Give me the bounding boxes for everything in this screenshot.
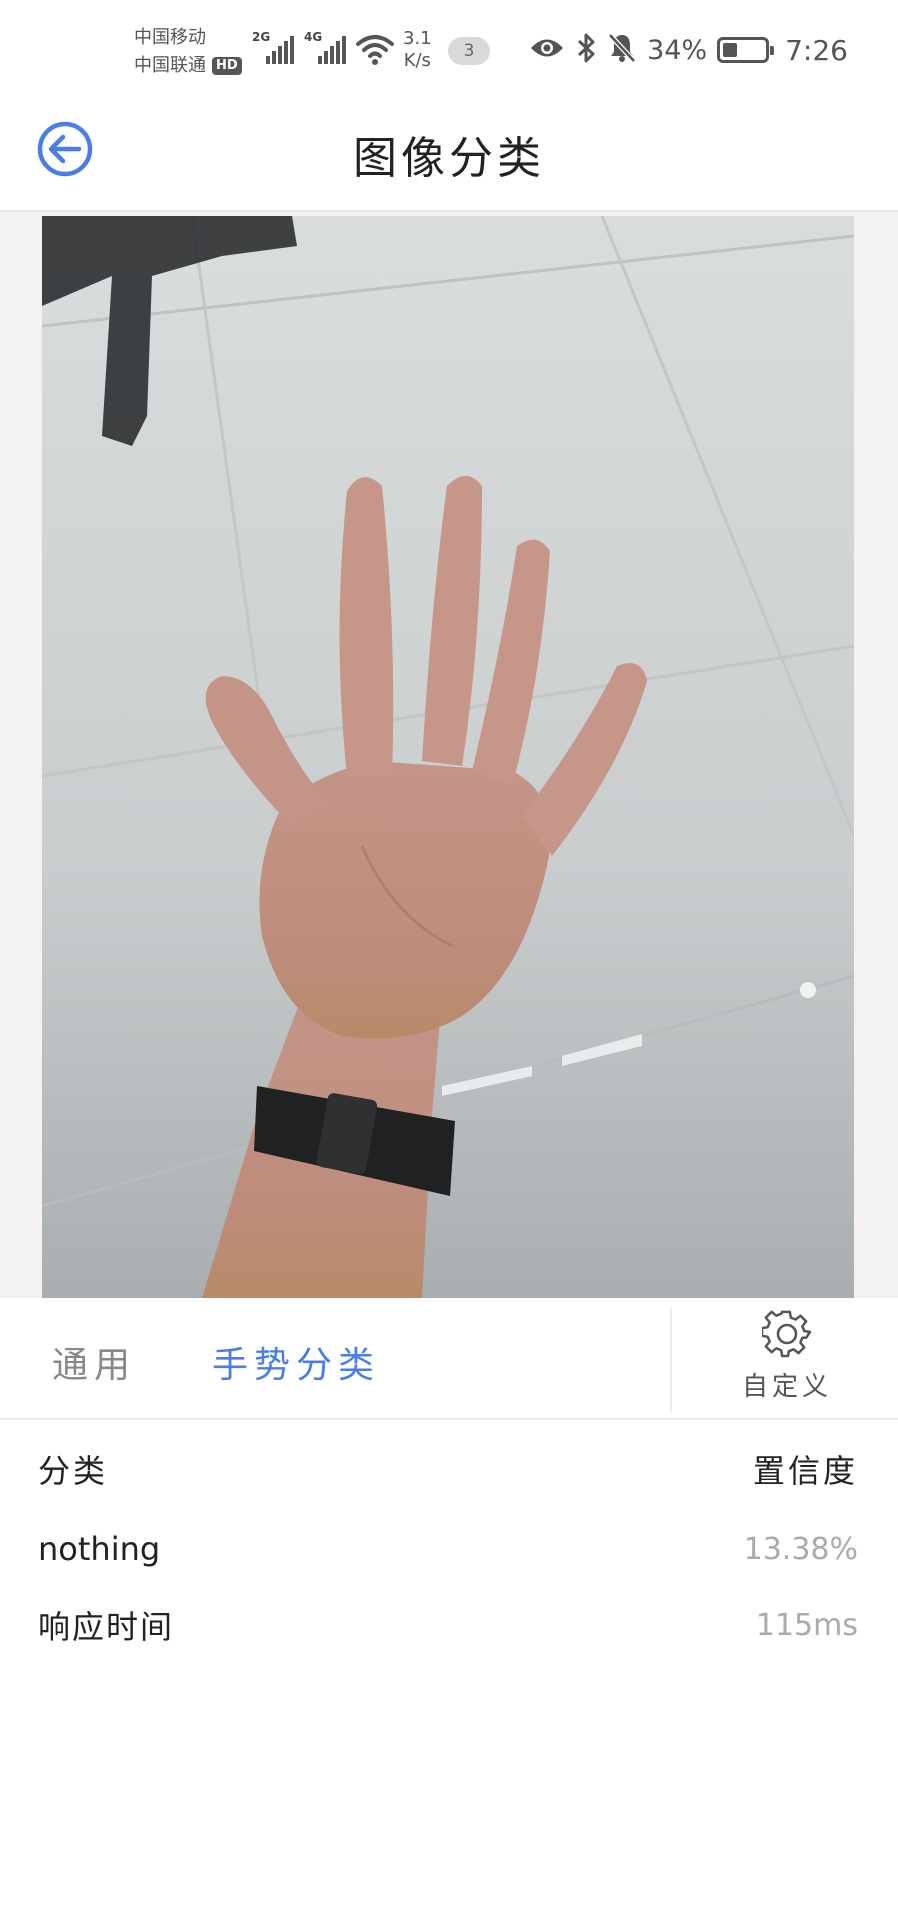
wifi-icon (356, 34, 394, 70)
category-tab-bar: 通用 手势分类 自定义 (0, 1298, 898, 1420)
net-speed-value: 3.1 (403, 28, 432, 49)
notification-count-badge: 3 (448, 37, 490, 65)
response-time-label: 响应时间 (38, 1608, 175, 1646)
signal-4g-tag: 4G (304, 30, 323, 44)
signal-2g-tag: 2G (252, 30, 271, 44)
hd-badge: HD (212, 57, 242, 75)
carrier-info: 中国移动 中国联通 HD (134, 24, 242, 80)
hand-photo-image (42, 216, 854, 1298)
status-right-group: 34% 7:26 (529, 30, 848, 70)
response-time-value: 115ms (755, 1607, 858, 1643)
result-confidence-value: 13.38% (743, 1531, 858, 1567)
tab-divider (670, 1308, 672, 1412)
status-bar: 中国移动 中国联通 HD 2G 4G 3.1 K/s 3 34% 7:26 (0, 0, 898, 100)
app-bar: 图像分类 (0, 100, 898, 212)
signal-2g-icon: 2G (252, 30, 296, 72)
result-class-label: nothing (38, 1530, 161, 1568)
classified-photo (42, 216, 854, 1298)
results-header-row: 分类 置信度 (38, 1446, 858, 1492)
mute-bell-icon (607, 32, 637, 68)
signal-4g-icon: 4G (304, 30, 348, 72)
custom-label: 自定义 (741, 1372, 832, 1402)
tab-gesture-classification[interactable]: 手势分类 (212, 1336, 380, 1388)
bluetooth-icon (575, 32, 597, 68)
class-column-header: 分类 (38, 1452, 109, 1490)
custom-settings-button[interactable]: 自定义 (732, 1310, 842, 1410)
eye-icon (529, 35, 565, 65)
carrier-2-label: 中国联通 (134, 55, 206, 76)
carrier-1-label: 中国移动 (134, 27, 206, 48)
status-clock: 7:26 (785, 33, 848, 67)
gear-icon (760, 1310, 812, 1358)
response-time-row: 响应时间 115ms (38, 1602, 858, 1648)
confidence-column-header: 置信度 (752, 1452, 858, 1490)
net-speed-unit: K/s (403, 50, 431, 71)
page-title: 图像分类 (353, 133, 545, 184)
result-row: nothing 13.38% (38, 1530, 858, 1568)
network-speed: 3.1 K/s (403, 28, 432, 72)
battery-percent: 34% (647, 34, 708, 66)
battery-icon (717, 37, 775, 63)
tab-general[interactable]: 通用 (52, 1336, 136, 1388)
image-preview-area (0, 212, 898, 1298)
